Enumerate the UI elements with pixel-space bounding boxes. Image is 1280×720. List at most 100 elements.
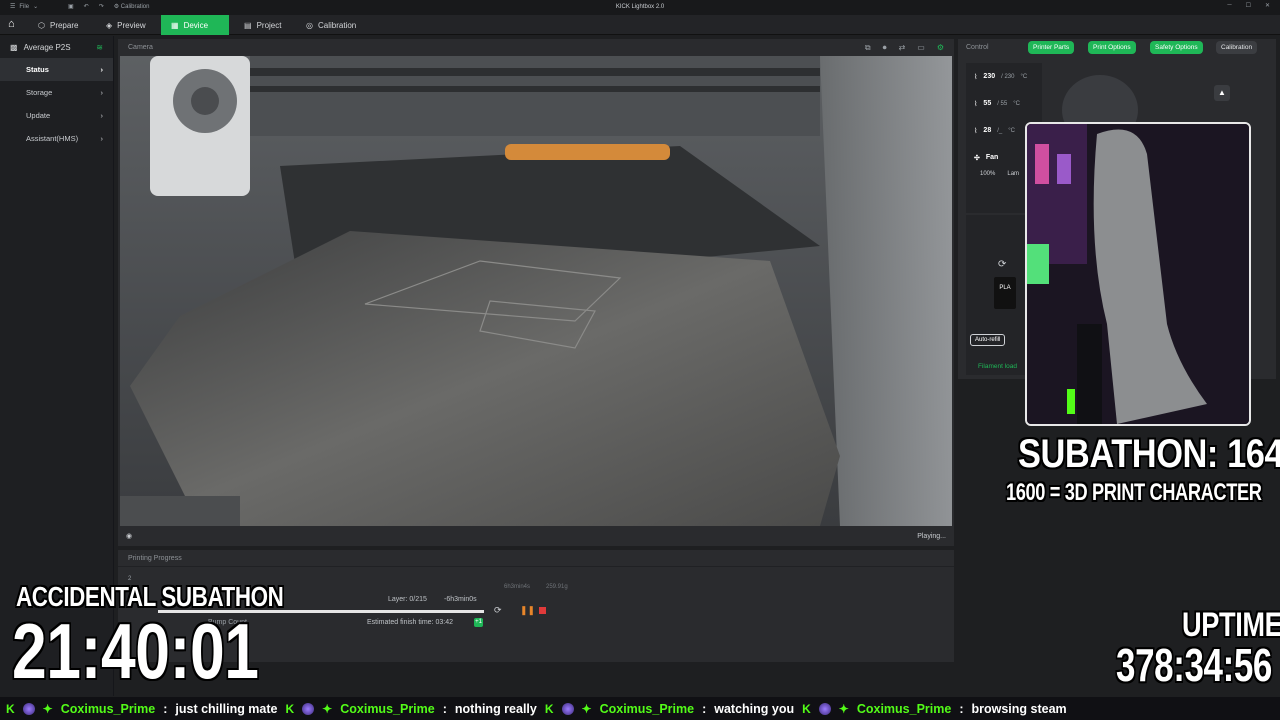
sparkle-icon: ✦ <box>42 701 53 716</box>
timelapse-icon[interactable]: ⧉ <box>865 43 871 53</box>
record-icon[interactable]: ◉ <box>126 532 132 540</box>
app-title: KICK Lightbox 2.0 <box>615 4 665 10</box>
chamber-icon: ⌇ <box>974 127 978 135</box>
nozzle-temp[interactable]: ⌇ 230 / 230 °C <box>966 63 1042 90</box>
printer-name: Average P2S <box>23 42 71 52</box>
camera-feed-image <box>120 56 952 526</box>
printer-parts-button[interactable]: Printer Parts <box>1028 41 1075 54</box>
print-weight: 259.91g <box>546 584 568 590</box>
recording-icon[interactable]: ⏺ <box>883 43 887 53</box>
sparkle-icon: ✦ <box>838 701 849 716</box>
printer-selector[interactable]: ▩ Average P2S ≋ <box>0 36 113 58</box>
temp-unit: °C <box>1008 127 1015 134</box>
refresh-icon[interactable]: ⟳ <box>998 259 1006 270</box>
tab-label: Prepare <box>49 20 79 30</box>
bed-temp[interactable]: ⌇ 55 / 55 °C <box>966 90 1042 117</box>
fan-icon: ✣ <box>974 154 980 162</box>
device-icon: ▦ <box>171 20 179 30</box>
chat-message: browsing steam <box>971 701 1067 716</box>
cube-icon: ⬡ <box>38 20 45 30</box>
emote-icon <box>302 702 315 715</box>
camera-status: Playing... <box>917 532 946 540</box>
sidebar-item-label: Storage <box>26 88 53 97</box>
webcam-overlay <box>1025 122 1251 426</box>
chat-username: Coximus_Prime <box>340 701 435 716</box>
chevron-right-icon: › <box>100 65 104 74</box>
chevron-right-icon: › <box>100 88 104 97</box>
temp-value: 55 <box>983 100 992 107</box>
camera-swap-icon[interactable]: ⇄ <box>899 43 906 53</box>
settings-icon[interactable]: ⚙ <box>937 43 944 53</box>
temp-target: / 55 <box>997 100 1008 107</box>
emote-icon <box>818 702 831 715</box>
fan-label: Fan <box>985 154 999 161</box>
chat-username: Coximus_Prime <box>60 701 156 716</box>
sidebar-item-label: Status <box>26 65 49 74</box>
auto-refill-button[interactable]: Auto-refill <box>970 334 1006 346</box>
sidebar-item-label: Update <box>26 111 51 120</box>
print-options-button[interactable]: Print Options <box>1088 41 1136 54</box>
sidebar-item-status[interactable]: Status › <box>0 58 113 81</box>
temp-unit: °C <box>1020 73 1028 80</box>
subathon-goal: 1600 = 3D PRINT CHARACTER <box>1006 479 1262 506</box>
chat-username: Coximus_Prime <box>856 701 952 716</box>
sidebar-item-label: Assistant(HMS) <box>26 134 79 143</box>
chevron-right-icon: › <box>100 134 104 143</box>
sidebar-item-storage[interactable]: Storage › <box>0 81 113 104</box>
arrow-up-icon[interactable]: ▲ <box>1214 85 1230 101</box>
chat-username: Coximus_Prime <box>599 701 695 716</box>
tab-project[interactable]: ▤ Project <box>234 15 291 35</box>
safety-options-button[interactable]: Safety Options <box>1150 41 1203 54</box>
bed-icon: ⌇ <box>974 100 978 108</box>
calibration-button[interactable]: Calibration <box>1216 41 1258 54</box>
nozzle-icon: ⌇ <box>974 73 978 81</box>
lamp-label[interactable]: Lam <box>1007 171 1019 177</box>
uptime-timer: 378:34:56 <box>1116 639 1272 691</box>
sidebar-item-assistant[interactable]: Assistant(HMS) › <box>0 127 113 150</box>
camera-toolbar: ⧉ ⏺ ⇄ ▭ ⚙ <box>865 43 944 53</box>
subathon-timer: 21:40:01 <box>12 607 259 695</box>
tab-prepare[interactable]: ⬡ Prepare <box>28 15 88 35</box>
filament-type: PLA <box>999 285 1011 291</box>
pause-icon[interactable]: ❚❚ <box>520 605 535 616</box>
sidebar-item-update[interactable]: Update › <box>0 104 113 127</box>
home-icon[interactable]: ⌂ <box>8 18 22 32</box>
filament-slot[interactable]: PLA <box>994 277 1016 309</box>
plus-one-icon[interactable]: +1 <box>474 618 483 627</box>
temp-value: 230 <box>983 73 996 80</box>
camera-title: Camera <box>128 44 153 51</box>
finish-time: Estimated finish time: 03:42 <box>367 619 453 626</box>
layers-icon: ◈ <box>106 20 113 30</box>
kick-logo-icon: K <box>544 701 554 716</box>
maximize-icon[interactable]: ☐ <box>1246 2 1251 9</box>
sparkle-icon: ✦ <box>322 701 333 716</box>
filament-status: Filament load <box>978 363 1018 370</box>
camera-panel: Camera ⧉ ⏺ ⇄ ▭ ⚙ ◉ Playing... <box>118 39 954 546</box>
tab-preview[interactable]: ◈ Preview <box>96 15 156 35</box>
chat-message: watching you <box>714 701 795 716</box>
window-controls: ─ ☐ ✕ <box>1227 2 1270 9</box>
temp-target: /_ <box>997 127 1003 134</box>
tab-device[interactable]: ▦ Device <box>161 15 229 35</box>
temp-value: 28 <box>983 127 992 134</box>
camera-feed <box>120 56 952 526</box>
camera-footer: ◉ Playing... <box>118 526 954 546</box>
refresh-icon[interactable]: ⟳ <box>494 605 502 616</box>
tab-label: Calibration <box>317 20 357 30</box>
printer-icon: ▩ <box>10 42 18 52</box>
sparkle-icon: ✦ <box>581 701 592 716</box>
tab-label: Project <box>256 20 282 30</box>
minimize-icon[interactable]: ─ <box>1227 2 1231 9</box>
chevron-right-icon: › <box>100 111 104 120</box>
fan-speed[interactable]: 100% <box>980 171 995 177</box>
stop-icon[interactable] <box>539 607 546 614</box>
close-icon[interactable]: ✕ <box>1265 2 1270 9</box>
video-icon[interactable]: ▭ <box>917 43 925 53</box>
tab-calibration[interactable]: ◎ Calibration <box>296 15 366 35</box>
kick-logo-icon: K <box>285 701 295 716</box>
temp-target: / 230 <box>1001 73 1015 80</box>
temp-unit: °C <box>1013 100 1020 107</box>
kick-logo-icon: K <box>6 701 15 716</box>
chat-ticker: K ✦ Coximus_Prime: just chilling mate K … <box>0 697 1280 720</box>
tab-label: Device <box>183 20 209 30</box>
